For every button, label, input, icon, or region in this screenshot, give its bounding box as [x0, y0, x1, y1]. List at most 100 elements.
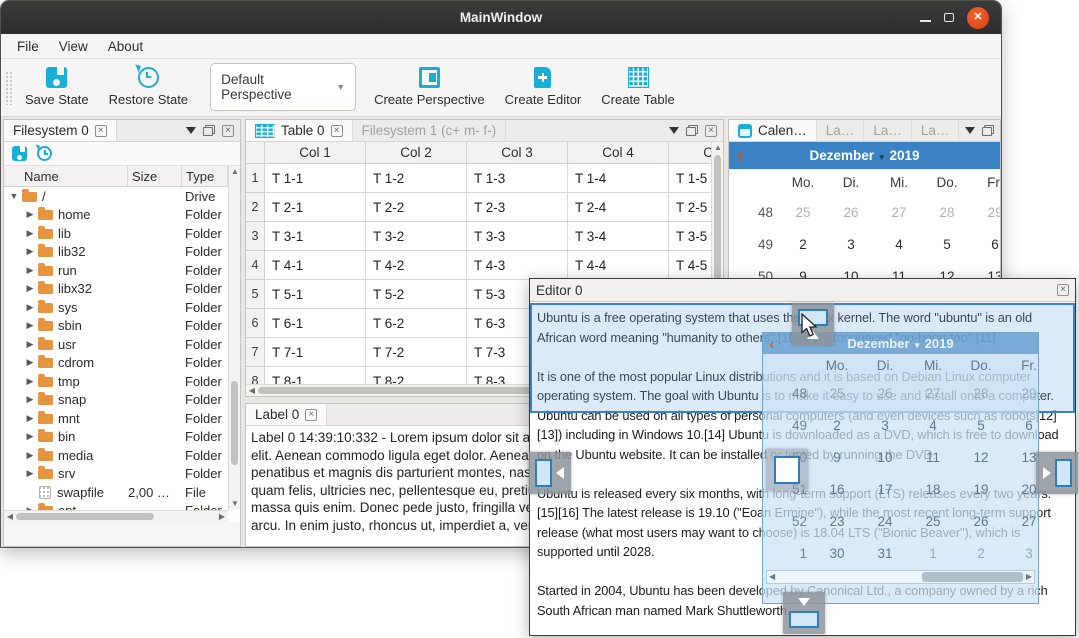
dock-menu-icon[interactable] — [669, 127, 679, 134]
calendar-day[interactable]: 5 — [923, 229, 971, 261]
float-icon[interactable] — [982, 125, 994, 136]
dock-indicator-right[interactable] — [1036, 452, 1078, 494]
calendar-day[interactable]: 27 — [875, 197, 923, 229]
tab-filesystem-1-c-m-f-[interactable]: Filesystem 1 (c+ m- f-) — [353, 120, 507, 141]
caret-collapsed-icon[interactable]: ▶ — [24, 376, 36, 387]
calendar-day[interactable]: 26 — [827, 197, 875, 229]
toolbar-drag-handle[interactable] — [5, 71, 13, 105]
table-cell[interactable]: T 4-4 — [568, 251, 669, 280]
tab-label-0[interactable]: Label 0 × — [246, 404, 327, 425]
tree-row[interactable]: ▶mediaFolder — [4, 446, 228, 465]
tree-header[interactable]: Name Size Type — [4, 166, 228, 187]
row-header[interactable]: 2 — [246, 193, 265, 222]
tree-row[interactable]: ▶binFolder — [4, 428, 228, 447]
float-icon[interactable] — [686, 125, 698, 136]
dock-indicator-center[interactable] — [766, 449, 808, 491]
close-icon[interactable]: ✕ — [967, 7, 989, 29]
column-header-type[interactable]: Type — [182, 166, 228, 186]
tab-calendar[interactable]: Calen… — [729, 120, 817, 141]
minimize-icon[interactable] — [920, 20, 931, 22]
tree-horizontal-scrollbar[interactable]: ◀ ▶ — [4, 510, 228, 522]
table-cell[interactable]: T 2-3 — [467, 193, 568, 222]
tree-row[interactable]: ▶snapFolder — [4, 391, 228, 410]
table-cell[interactable]: T 1-5 — [669, 164, 711, 193]
table-cell[interactable]: T 3-3 — [467, 222, 568, 251]
column-header[interactable]: Col 4 — [568, 142, 669, 164]
table-cell[interactable]: T 6-2 — [366, 309, 467, 338]
tree-row[interactable]: ▶cdromFolder — [4, 354, 228, 373]
close-icon[interactable]: × — [1057, 284, 1069, 296]
column-header[interactable]: Col 2 — [366, 142, 467, 164]
caret-collapsed-icon[interactable]: ▶ — [24, 413, 36, 424]
column-header[interactable]: Col 3 — [467, 142, 568, 164]
row-header[interactable]: 1 — [246, 164, 265, 193]
tab-label-dock[interactable]: La… — [912, 120, 960, 141]
dock-menu-icon[interactable] — [965, 127, 975, 134]
menu-item-about[interactable]: About — [98, 39, 153, 54]
caret-collapsed-icon[interactable]: ▶ — [24, 265, 36, 276]
calendar-day[interactable]: 6 — [971, 229, 1001, 261]
window-titlebar[interactable]: MainWindow ✕ — [1, 1, 1001, 34]
tree-row[interactable]: ▶libFolder — [4, 224, 228, 243]
tree-row[interactable]: ▶usrFolder — [4, 335, 228, 354]
tab-filesystem-0[interactable]: Filesystem 0 × — [4, 120, 117, 141]
calendar-day[interactable]: 28 — [923, 197, 971, 229]
column-header[interactable]: Col 1 — [265, 142, 366, 164]
scrollbar-thumb[interactable] — [16, 513, 154, 520]
table-cell[interactable]: T 1-3 — [467, 164, 568, 193]
scroll-down-icon[interactable]: ▼ — [229, 498, 241, 510]
caret-collapsed-icon[interactable]: ▶ — [24, 246, 36, 257]
caret-collapsed-icon[interactable]: ▶ — [24, 228, 36, 239]
table-cell[interactable]: T 6-1 — [265, 309, 366, 338]
table-cell[interactable]: T 4-1 — [265, 251, 366, 280]
tree-row[interactable]: ▶lib32Folder — [4, 243, 228, 262]
tab-table-0[interactable]: Table 0× — [246, 120, 353, 141]
table-cell[interactable]: T 2-2 — [366, 193, 467, 222]
calendar-day[interactable]: 25 — [779, 197, 827, 229]
caret-collapsed-icon[interactable]: ▶ — [24, 283, 36, 294]
table-cell[interactable]: T 4-3 — [467, 251, 568, 280]
table-cell[interactable]: T 3-5 — [669, 222, 711, 251]
row-header[interactable]: 4 — [246, 251, 265, 280]
scroll-up-icon[interactable]: ▲ — [712, 142, 724, 154]
editor-titlebar[interactable]: Editor 0 × — [530, 279, 1075, 302]
calendar-day[interactable]: 4 — [875, 229, 923, 261]
tab-close-icon[interactable]: × — [305, 409, 317, 421]
table-cell[interactable]: T 2-1 — [265, 193, 366, 222]
dock-close-icon[interactable]: × — [705, 125, 717, 137]
save-icon[interactable] — [12, 146, 27, 161]
calendar-day[interactable]: 2 — [779, 229, 827, 261]
caret-collapsed-icon[interactable]: ▶ — [24, 339, 36, 350]
dock-menu-icon[interactable] — [186, 127, 196, 134]
table-cell[interactable]: T 3-2 — [366, 222, 467, 251]
tree-row[interactable]: ▶sbinFolder — [4, 317, 228, 336]
tab-label-dock[interactable]: La… — [817, 120, 865, 141]
table-cell[interactable]: T 4-2 — [366, 251, 467, 280]
table-cell[interactable]: T 7-1 — [265, 338, 366, 367]
tab-close-icon[interactable]: × — [331, 125, 343, 137]
tree-row[interactable]: ▶libx32Folder — [4, 280, 228, 299]
tab-label-dock[interactable]: La… — [864, 120, 912, 141]
caret-collapsed-icon[interactable]: ▶ — [24, 468, 36, 479]
table-cell[interactable]: T 5-1 — [265, 280, 366, 309]
calendar-year[interactable]: 2019 — [889, 148, 919, 163]
column-header-name[interactable]: Name — [4, 166, 128, 186]
table-cell[interactable]: T 1-4 — [568, 164, 669, 193]
row-header[interactable]: 6 — [246, 309, 265, 338]
tree-row[interactable]: ▼/Drive — [4, 187, 228, 206]
table-cell[interactable]: T 7-2 — [366, 338, 467, 367]
calendar-month[interactable]: Dezember — [809, 148, 874, 163]
tree-row[interactable]: ▶optFolder — [4, 502, 228, 511]
calendar-day[interactable]: 3 — [827, 229, 875, 261]
tree-row[interactable]: swapfile2,00 …File — [4, 483, 228, 502]
tree-row[interactable]: ▶homeFolder — [4, 206, 228, 225]
create-editor-button[interactable]: Create Editor — [495, 59, 592, 107]
dock-indicator-left[interactable] — [529, 452, 571, 494]
float-icon[interactable] — [203, 125, 215, 136]
dock-close-icon[interactable]: × — [222, 125, 234, 137]
column-header-size[interactable]: Size — [128, 166, 182, 186]
menu-item-view[interactable]: View — [49, 39, 98, 54]
menu-item-file[interactable]: File — [7, 39, 49, 54]
table-cell[interactable]: T 3-1 — [265, 222, 366, 251]
dock-indicator-bottom[interactable] — [783, 592, 825, 634]
